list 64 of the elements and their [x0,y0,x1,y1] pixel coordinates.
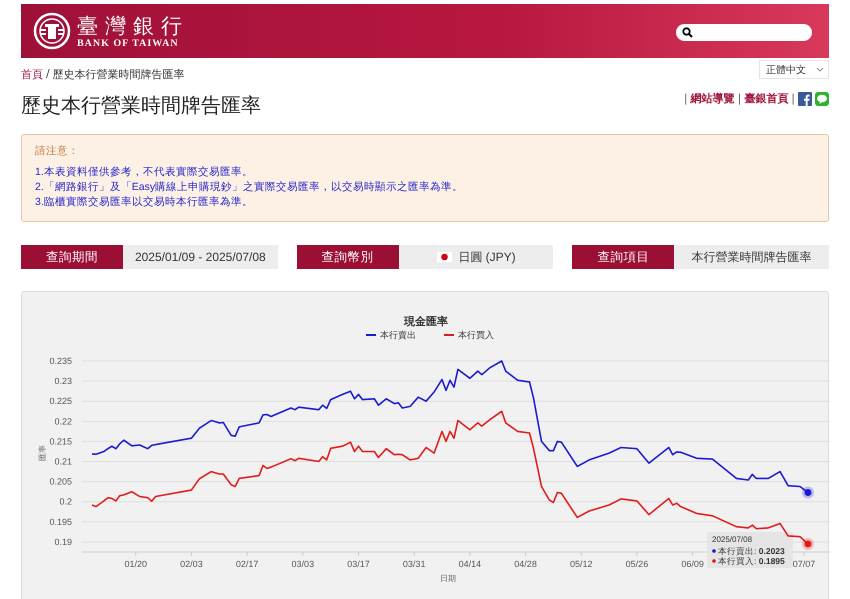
x-tick-label: 03/03 [292,559,314,569]
y-tick-label: 0.19 [54,536,72,547]
search-field[interactable] [676,24,812,40]
link-separator: | [738,92,742,105]
x-tick-label: 07/07 [792,559,816,569]
chevron-down-icon [816,67,824,72]
tooltip-reading: 本行買入: 0.1895 [718,556,785,566]
search-icon [682,26,693,38]
data-point-marker [802,486,814,498]
breadcrumb-current: 歷史本行營業時間牌告匯率 [52,67,185,82]
x-tick-label: 06/09 [681,559,704,569]
y-tick-label: 0.2 [59,496,72,507]
tooltip-date: 2025/07/08 [712,535,752,544]
query-value-text: 本行營業時間牌告匯率 [692,248,812,266]
x-tick-label: 03/31 [402,559,426,569]
series-dot-icon [712,559,716,563]
chart-title: 現金匯率 [404,316,448,328]
language-select[interactable]: 正體中文 [759,60,829,79]
data-point-marker [802,538,814,550]
brand-name: 臺灣銀行 [77,14,189,38]
breadcrumb-separator: / [46,67,50,82]
x-tick-label: 04/28 [514,559,537,569]
x-tick-label: 05/26 [626,559,648,569]
x-tick-label: 05/12 [570,559,593,569]
flag-icon [436,251,454,263]
brand-name-english: BANK OF TAIWAN [77,38,180,48]
query-value-text: 日圓 (JPY) [458,248,516,266]
x-tick-label: 02/17 [236,559,258,569]
x-tick-label: 01/20 [124,559,148,569]
legend-label[interactable]: 本行賣出 [380,330,416,340]
y-tick-label: 0.215 [49,436,72,446]
x-tick-label: 04/14 [458,559,482,569]
query-value-text: 2025/01/09 - 2025/07/08 [134,250,266,264]
y-tick-label: 0.21 [54,456,72,467]
top-link[interactable]: 網站導覽 [690,91,735,106]
page-title: 歷史本行營業時間牌告匯率 [21,92,261,119]
y-tick-label: 0.205 [49,476,72,487]
legend-label[interactable]: 本行買入 [458,330,494,340]
notice-line: 3.臨櫃實際交易匯率以交易時本行匯率為準。 [35,195,254,209]
notice-heading: 請注意： [35,144,80,158]
y-axis-title: 匯率 [38,445,47,461]
top-link[interactable]: 臺銀首頁 [744,91,788,106]
facebook-icon[interactable] [798,92,812,106]
bank-emblem-icon [33,12,71,50]
x-axis-title: 日期 [440,574,456,583]
legend-line-icon [366,334,376,336]
notice-line: 2.「網路銀行」及「Easy購線上申購現鈔」之實際交易匯率，以交易時顯示之匯率為準。 [35,180,464,194]
series-dot-icon [712,549,716,553]
y-tick-label: 0.23 [54,376,72,386]
y-tick-label: 0.195 [49,516,72,527]
notice-line: 1.本表資料僅供參考，不代表實際交易匯率。 [35,165,254,179]
link-separator: | [684,92,688,105]
y-tick-label: 0.22 [54,416,72,426]
link-separator: | [791,92,795,105]
y-tick-label: 0.235 [49,356,72,366]
query-label: 查詢幣別 [296,245,399,269]
legend-line-icon [444,334,454,336]
tooltip-reading: 本行賣出: 0.2023 [718,546,785,556]
query-label: 查詢項目 [572,245,674,269]
y-tick-label: 0.225 [49,396,72,406]
x-tick-label: 03/17 [347,559,370,569]
home-link[interactable]: 首頁 [21,67,43,82]
x-tick-label: 02/03 [180,559,203,569]
query-label: 查詢期間 [21,245,123,269]
